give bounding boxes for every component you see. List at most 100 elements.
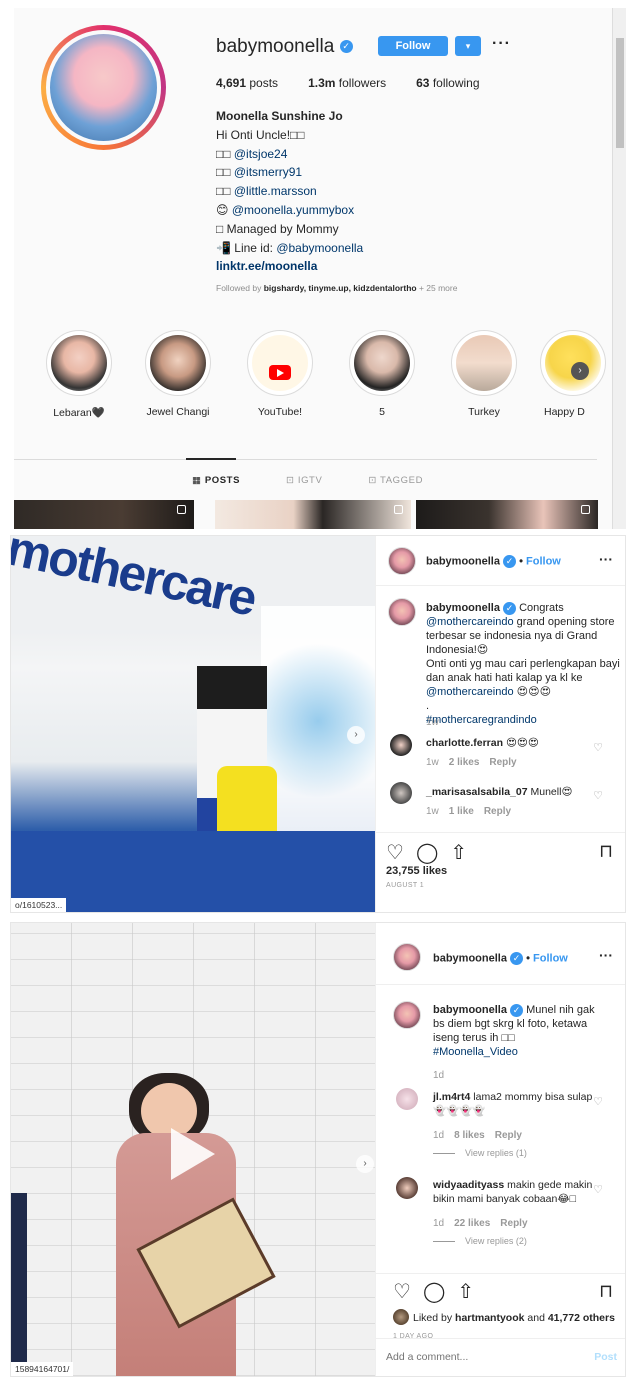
heart-icon[interactable]: ♡ xyxy=(393,1279,411,1304)
suggested-dropdown-button[interactable]: ▾ xyxy=(455,36,481,56)
followers-count[interactable]: 1.3m followers xyxy=(308,76,386,90)
verified-badge-icon: ✓ xyxy=(503,601,517,615)
highlight-item[interactable]: Turkey xyxy=(439,330,529,418)
view-replies-button[interactable]: View replies (2) xyxy=(433,1236,527,1246)
avatar[interactable] xyxy=(393,943,421,971)
tab-posts[interactable]: ▦ POSTS xyxy=(192,475,240,486)
reply-button[interactable]: Reply xyxy=(500,1218,527,1229)
post-author[interactable]: babymoonella ✓ • Follow xyxy=(433,952,568,965)
reply-button[interactable]: Reply xyxy=(484,806,511,817)
grid-post-thumbnail[interactable] xyxy=(416,500,598,529)
follow-button[interactable]: Follow xyxy=(378,36,448,56)
comment-meta: 1w 1 like Reply xyxy=(426,806,512,817)
posts-count: 4,691 posts xyxy=(216,76,279,90)
heart-icon[interactable]: ♡ xyxy=(593,741,603,754)
followed-by-text[interactable]: Followed by bigshardy, tinyme.up, kidzde… xyxy=(216,283,457,293)
bio-mention-link[interactable]: @little.marsson xyxy=(234,184,317,198)
reply-button[interactable]: Reply xyxy=(489,757,516,768)
profile-avatar-ring[interactable] xyxy=(41,25,166,150)
post-comment-button[interactable]: Post xyxy=(594,1351,617,1363)
more-options-button[interactable]: ··· xyxy=(599,551,613,567)
view-replies-button[interactable]: View replies (1) xyxy=(433,1148,527,1158)
highlight-item[interactable]: 5 xyxy=(337,330,427,418)
comment-meta: 1w 2 likes Reply xyxy=(426,757,517,768)
post-sidebar: babymoonella ✓ • Follow ··· babymoonella… xyxy=(375,923,625,1376)
next-arrow-icon[interactable]: › xyxy=(356,1155,374,1173)
post-sidebar: babymoonella ✓ • Follow ··· babymoonella… xyxy=(375,536,625,912)
heart-icon[interactable]: ♡ xyxy=(593,789,603,802)
avatar[interactable] xyxy=(396,1088,418,1110)
caption-hashtag[interactable]: #mothercaregrandindo xyxy=(426,714,537,726)
tab-tagged[interactable]: ⊡ TAGGED xyxy=(368,475,423,486)
caption-author[interactable]: babymoonella xyxy=(433,1004,507,1016)
comment-meta: 1d 8 likes Reply xyxy=(433,1130,522,1141)
tab-igtv[interactable]: ⊡ IGTV xyxy=(286,475,322,486)
comment: _marisasalsabila_07 Munell😍 xyxy=(426,786,573,798)
share-icon[interactable]: ⇧ xyxy=(450,840,467,865)
comment: widyaadityass makin gede makin bikin mam… xyxy=(433,1179,593,1205)
add-comment-input[interactable] xyxy=(386,1351,586,1363)
bio-website-link[interactable]: linktr.ee/moonella xyxy=(216,259,317,273)
share-icon[interactable]: ⇧ xyxy=(457,1279,474,1304)
bookmark-icon[interactable]: ⊓ xyxy=(599,841,613,862)
more-options-button[interactable]: ··· xyxy=(492,35,511,53)
url-fragment: 15894164701/ xyxy=(11,1362,74,1376)
profile-panel: babymoonella ✓ Follow ▾ ··· 4,691 posts … xyxy=(14,8,626,529)
bio-mention-link[interactable]: @itsjoe24 xyxy=(234,147,288,161)
avatar[interactable] xyxy=(390,782,412,804)
comment-author[interactable]: widyaadityass xyxy=(433,1179,504,1191)
following-count[interactable]: 63 following xyxy=(416,76,479,90)
active-tab-indicator xyxy=(186,458,236,460)
post-author[interactable]: babymoonella ✓ • Follow xyxy=(426,555,561,568)
multi-post-icon xyxy=(394,505,403,514)
comment-meta: 1d 22 likes Reply xyxy=(433,1218,528,1229)
likes-count[interactable]: 23,755 likes xyxy=(386,865,447,877)
heart-icon[interactable]: ♡ xyxy=(386,840,404,865)
comment-author[interactable]: jl.m4rt4 xyxy=(433,1091,470,1103)
heart-icon[interactable]: ♡ xyxy=(593,1095,603,1108)
grid-post-thumbnail[interactable] xyxy=(215,500,411,529)
comment-author[interactable]: _marisasalsabila_07 xyxy=(426,786,528,798)
next-arrow-icon[interactable]: › xyxy=(571,362,589,380)
highlight-item[interactable]: Jewel Changi xyxy=(133,330,223,418)
grid-post-thumbnail[interactable] xyxy=(14,500,194,529)
caption-mention[interactable]: @mothercareindo xyxy=(426,686,514,698)
tabs-divider xyxy=(14,459,597,460)
post-photo[interactable]: mothercare › o/1610523... xyxy=(11,536,375,912)
more-options-button[interactable]: ··· xyxy=(599,947,613,963)
reply-button[interactable]: Reply xyxy=(495,1130,522,1141)
caption-mention[interactable]: @mothercareindo xyxy=(426,616,514,628)
caption-hashtag[interactable]: #Moonella_Video xyxy=(433,1046,518,1058)
profile-stats: 4,691 posts 1.3m followers 63 following xyxy=(216,76,480,90)
caption-author[interactable]: babymoonella xyxy=(426,602,500,614)
profile-bio: Moonella Sunshine Jo Hi Onti Uncle!□□ □□… xyxy=(216,107,596,276)
play-icon[interactable] xyxy=(171,1128,215,1180)
comment-author[interactable]: charlotte.ferran xyxy=(426,737,503,749)
bio-mention-link[interactable]: @babymoonella xyxy=(276,241,363,255)
next-arrow-icon[interactable]: › xyxy=(347,726,365,744)
comment-icon[interactable]: ◯ xyxy=(423,1279,445,1304)
liked-by-text[interactable]: Liked by hartmantyook and 41,772 others xyxy=(413,1312,615,1324)
avatar[interactable] xyxy=(390,734,412,756)
bio-mention-link[interactable]: @moonella.yummybox xyxy=(232,203,354,217)
bio-line: 📲 Line id: @babymoonella xyxy=(216,240,364,255)
avatar[interactable] xyxy=(388,547,416,575)
username-text: babymoonella xyxy=(216,36,335,57)
avatar[interactable] xyxy=(388,598,416,626)
comment-icon[interactable]: ◯ xyxy=(416,840,438,865)
highlight-item[interactable]: Lebaran🖤 xyxy=(34,330,124,419)
page-scrollbar[interactable] xyxy=(612,8,626,529)
highlight-label: Happy D xyxy=(544,406,585,418)
bio-mention-link[interactable]: @itsmerry91 xyxy=(234,165,302,179)
avatar[interactable] xyxy=(393,1309,409,1325)
heart-icon[interactable]: ♡ xyxy=(593,1183,603,1196)
follow-link[interactable]: Follow xyxy=(526,555,561,567)
profile-avatar[interactable] xyxy=(46,30,161,145)
post-grid xyxy=(14,500,612,529)
post-video[interactable]: › 15894164701/ xyxy=(11,923,375,1376)
avatar[interactable] xyxy=(396,1177,418,1199)
avatar[interactable] xyxy=(393,1001,421,1029)
bookmark-icon[interactable]: ⊓ xyxy=(599,1281,613,1302)
highlight-item[interactable]: YouTube! xyxy=(235,330,325,418)
follow-link[interactable]: Follow xyxy=(533,952,568,964)
